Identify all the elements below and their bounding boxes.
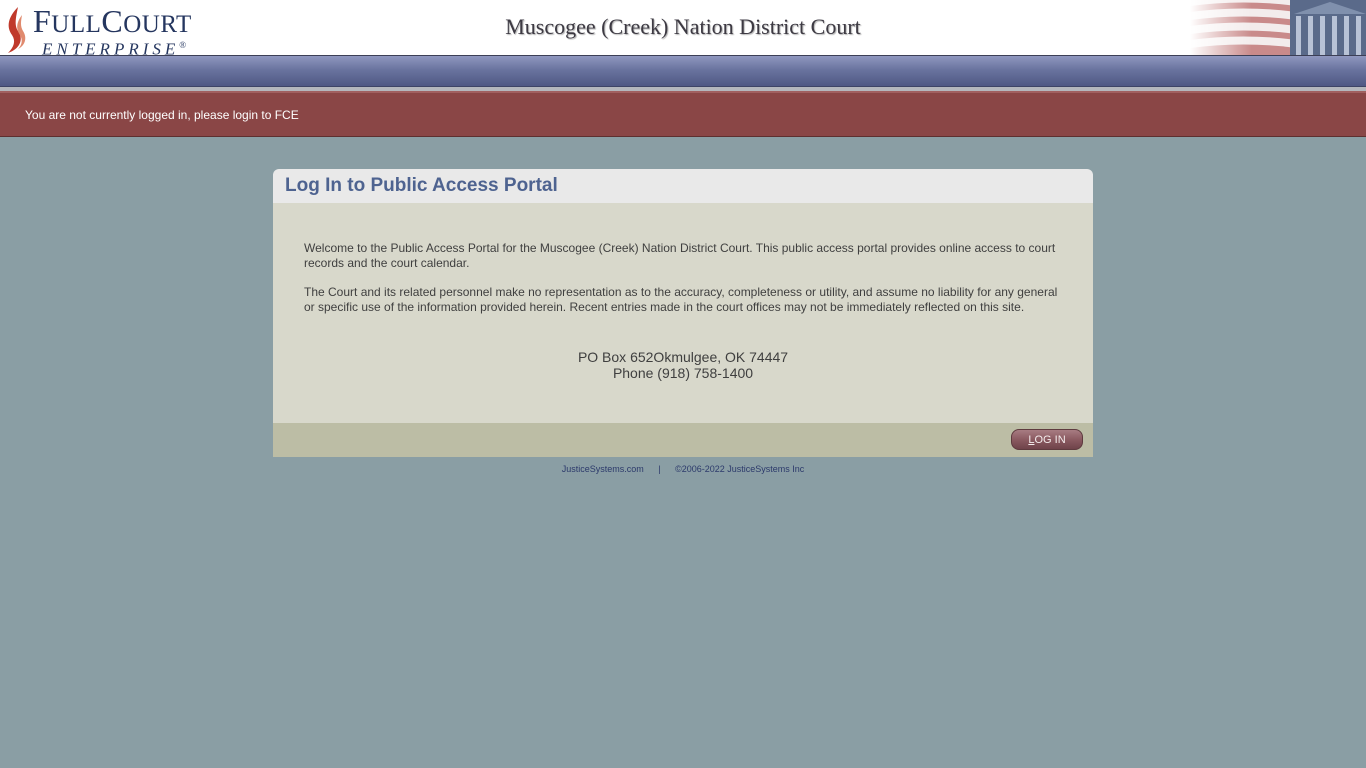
panel-footer: LOG IN — [273, 423, 1093, 457]
justicesystems-link[interactable]: JusticeSystems.com — [562, 464, 644, 474]
address-line: PO Box 652Okmulgee, OK 74447 — [577, 349, 789, 365]
page-footer: JusticeSystems.com | ©2006-2022 JusticeS… — [273, 464, 1093, 474]
site-header: FULLCOURT ENTERPRISE® Muscogee (Creek) N… — [0, 0, 1366, 59]
panel-title: Log In to Public Access Portal — [273, 169, 1093, 203]
phone-line: Phone (918) 758-1400 — [612, 365, 754, 381]
login-status-alert: You are not currently logged in, please … — [0, 91, 1366, 137]
login-panel: Log In to Public Access Portal Welcome t… — [273, 169, 1093, 457]
court-contact: PO Box 652Okmulgee, OK 74447 Phone (918)… — [304, 349, 1062, 381]
login-button[interactable]: LOG IN — [1011, 429, 1083, 450]
flag-courthouse-banner — [1190, 0, 1366, 55]
nav-bar — [0, 56, 1366, 87]
logo-subtitle: ENTERPRISE® — [42, 39, 187, 59]
copyright-text: ©2006-2022 JusticeSystems Inc — [675, 464, 805, 474]
footer-divider: | — [658, 464, 661, 474]
disclaimer-paragraph: The Court and its related personnel make… — [304, 285, 1058, 314]
court-title: Muscogee (Creek) Nation District Court — [505, 14, 861, 39]
panel-body: Welcome to the Public Access Portal for … — [273, 203, 1093, 423]
welcome-paragraph: Welcome to the Public Access Portal for … — [304, 241, 1056, 270]
